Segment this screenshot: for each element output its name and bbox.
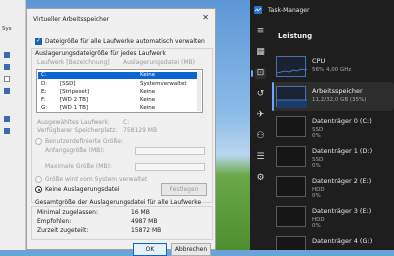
perf-item-disk-2[interactable]: Datenträger 2 (E:) HDD 0% xyxy=(272,172,394,201)
services-icon[interactable]: ⚙ xyxy=(255,173,266,184)
recommended-label: Empfohlen: xyxy=(37,218,72,225)
perf-item-detail: 11,2/32,0 GB (35%) xyxy=(312,97,367,103)
perf-item-name: Datenträger 3 (E:) xyxy=(312,207,372,215)
processes-icon[interactable]: ▦ xyxy=(255,47,266,58)
free-space-value: 758129 MB xyxy=(123,127,158,134)
column-header-drive: Laufwerk [Bezeichnung] xyxy=(37,59,110,66)
virtual-memory-dialog: Virtueller Arbeitsspeicher ✕ Dateigröße … xyxy=(26,8,216,256)
initial-size-input[interactable] xyxy=(135,147,205,155)
task-manager-titlebar: Task-Manager xyxy=(250,0,394,22)
page-title: Leistung xyxy=(278,32,313,40)
auto-manage-checkbox[interactable] xyxy=(35,37,42,45)
task-manager-title: Task-Manager xyxy=(268,7,310,14)
custom-size-radio[interactable] xyxy=(35,138,42,145)
list-scrollbar[interactable] xyxy=(197,71,201,111)
min-allowed-label: Minimal zugelassen: xyxy=(37,209,98,216)
perf-item-usage: 0% xyxy=(312,133,321,139)
perf-item-name: Datenträger 0 (C:) xyxy=(312,117,372,125)
list-item[interactable]: G: [WD 1 TB] Keine xyxy=(38,105,201,112)
bg-checkbox xyxy=(4,88,10,94)
column-header-size: Auslagerungsdatei (MB) xyxy=(123,59,195,66)
navigation-rail: ≡ ▦ ⊡ ↺ ✈ ⚇ ☰ ⚙ xyxy=(250,22,272,250)
selected-drive-label: Ausgewähltes Laufwerk: xyxy=(37,119,111,126)
task-manager-app-icon xyxy=(254,6,262,14)
hamburger-menu-icon[interactable]: ≡ xyxy=(255,26,266,37)
details-icon[interactable]: ☰ xyxy=(255,152,266,163)
task-manager-window: Task-Manager ≡ ▦ ⊡ ↺ ✈ ⚇ ☰ ⚙ Leistung CP… xyxy=(250,0,394,250)
close-icon[interactable]: ✕ xyxy=(202,13,209,22)
perf-item-disk-0[interactable]: Datenträger 0 (C:) SSD 0% xyxy=(272,112,394,141)
free-space-label: Verfügbarer Speicherplatz: xyxy=(37,127,118,134)
no-paging-file-radio[interactable] xyxy=(35,186,42,193)
auto-manage-label[interactable]: Dateigröße für alle Laufwerke automatisc… xyxy=(45,38,205,45)
system-managed-radio[interactable] xyxy=(35,176,42,183)
perf-item-name: CPU xyxy=(312,57,326,65)
list-item[interactable]: F: [WD 2 TB] Keine xyxy=(38,97,201,104)
set-button[interactable]: Festlegen xyxy=(161,183,207,196)
list-item[interactable]: C: Keine xyxy=(38,72,201,79)
current-allocated-value: 15872 MB xyxy=(131,227,162,234)
perf-item-disk-1[interactable]: Datenträger 1 (D:) SSD 0% xyxy=(272,142,394,171)
per-drive-group-label: Auslagerungsdateigröße für jedes Laufwer… xyxy=(35,50,166,57)
total-group-label: Gesamtgröße der Auslagerungsdatei für al… xyxy=(35,199,202,206)
bg-checkbox xyxy=(4,52,10,58)
performance-icon[interactable]: ⊡ xyxy=(251,68,266,79)
disk-graph xyxy=(276,206,306,227)
initial-size-label: Anfangsgröße (MB): xyxy=(45,147,105,154)
perf-item-disk-3[interactable]: Datenträger 3 (E:) HDD 0% xyxy=(272,202,394,231)
bg-window-label: Sys xyxy=(2,26,12,32)
list-item[interactable]: D: [SSD] Systemverwaltet xyxy=(38,81,201,88)
custom-size-label: Benutzerdefinierte Größe: xyxy=(45,138,123,145)
no-paging-file-label: Keine Auslagerungsdatei xyxy=(45,186,120,193)
perf-item-name: Datenträger 4 (G:) xyxy=(312,237,373,245)
system-managed-label: Größe wird vom System verwaltet xyxy=(45,176,148,183)
background-window: Sys xyxy=(0,0,26,250)
disk-graph xyxy=(276,236,306,250)
selected-drive-value: C: xyxy=(123,119,130,126)
min-allowed-value: 16 MB xyxy=(131,209,150,216)
perf-item-usage: 0% xyxy=(312,193,321,199)
perf-item-name: Datenträger 2 (E:) xyxy=(312,177,372,185)
perf-item-detail: 56% 4,00 GHz xyxy=(312,67,352,73)
app-history-icon[interactable]: ↺ xyxy=(255,89,266,100)
list-item[interactable]: E: [Stripeset] Keine xyxy=(38,89,201,96)
cpu-graph xyxy=(276,56,308,77)
perf-item-cpu[interactable]: CPU 56% 4,00 GHz xyxy=(272,52,394,81)
perf-item-disk-4[interactable]: Datenträger 4 (G:) xyxy=(272,232,394,250)
bg-checkbox xyxy=(4,76,10,82)
users-icon[interactable]: ⚇ xyxy=(255,131,266,142)
selection-indicator xyxy=(272,82,274,111)
disk-graph xyxy=(276,116,306,137)
performance-pane: Leistung CPU 56% 4,00 GHz Arbeitsspeiche… xyxy=(272,22,394,250)
max-size-input[interactable] xyxy=(135,163,205,171)
bg-checkbox xyxy=(4,128,10,134)
bg-checkbox xyxy=(4,116,10,122)
current-allocated-label: Zurzeit zugeteilt: xyxy=(37,227,89,234)
dialog-title: Virtueller Arbeitsspeicher xyxy=(33,16,110,23)
memory-graph xyxy=(276,86,307,108)
perf-item-memory[interactable]: Arbeitsspeicher 11,2/32,0 GB (35%) xyxy=(272,82,394,111)
recommended-value: 4987 MB xyxy=(131,218,158,225)
perf-item-usage: 0% xyxy=(312,163,321,169)
disk-graph xyxy=(276,146,306,167)
perf-item-name: Arbeitsspeicher xyxy=(312,87,363,95)
perf-item-name: Datenträger 1 (D:) xyxy=(312,147,373,155)
max-size-label: Maximale Größe (MB): xyxy=(45,163,112,170)
perf-item-usage: 0% xyxy=(312,223,321,229)
disk-graph xyxy=(276,176,306,197)
bg-checkbox xyxy=(4,64,10,70)
drive-list[interactable]: C: Keine D: [SSD] Systemverwaltet E: [St… xyxy=(36,69,203,113)
startup-apps-icon[interactable]: ✈ xyxy=(255,110,266,121)
